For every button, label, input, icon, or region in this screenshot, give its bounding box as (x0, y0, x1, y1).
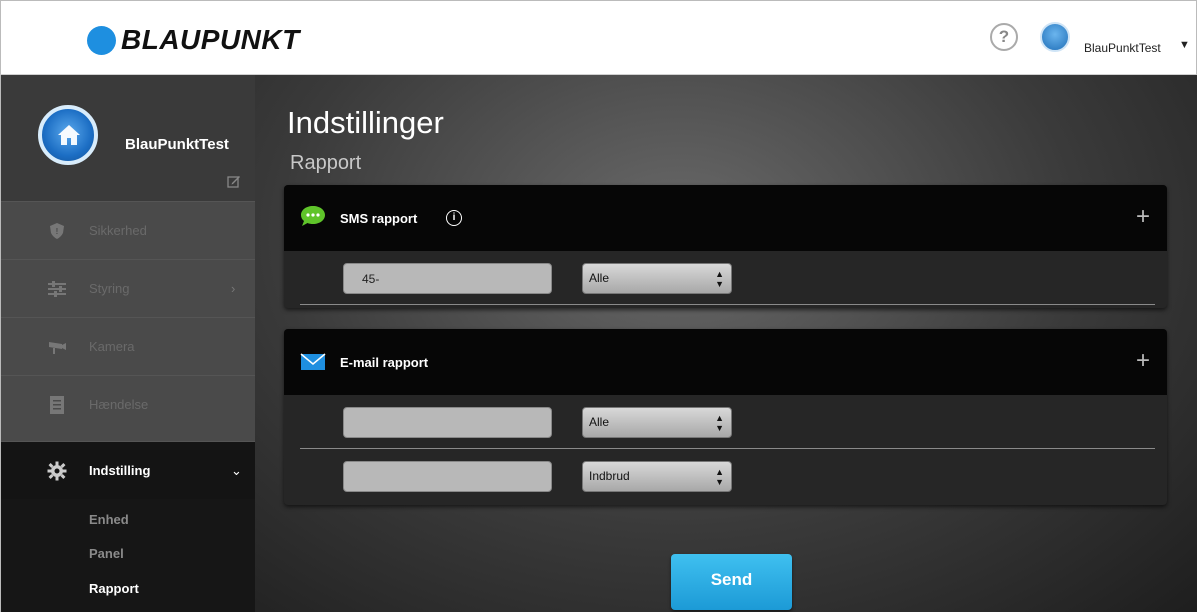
chat-bubble-icon (301, 206, 325, 226)
select-value: Alle (589, 415, 610, 429)
sms-phone-input[interactable] (343, 263, 552, 294)
email-report-panel: E-mail rapport + Alle ▲ ▼ Indbrud ▲ ▼ (284, 329, 1167, 505)
profile-card: BlauPunktTest (1, 75, 256, 201)
email-panel-title: E-mail rapport (340, 355, 429, 370)
sms-recipient-row: Alle ▲▼ (284, 251, 1167, 305)
edit-icon[interactable] (227, 174, 241, 188)
help-icon[interactable]: ? (990, 23, 1018, 51)
sidebar-item-indstilling[interactable]: Indstilling ⌄ (1, 441, 256, 499)
sidebar-item-kamera[interactable]: Kamera (1, 317, 256, 375)
sidebar-item-label: Kamera (89, 339, 135, 354)
sidebar-item-styring[interactable]: Styring › (1, 259, 256, 317)
user-avatar-small[interactable] (1040, 22, 1070, 52)
user-menu-name[interactable]: BlauPunktTest (1084, 41, 1161, 55)
sms-event-select[interactable]: Alle ▲ ▼ (582, 263, 732, 294)
email-address-input[interactable] (343, 461, 552, 492)
sidebar: BlauPunktTest ! Sikkerhed Styring › Kame… (0, 75, 256, 612)
house-icon (58, 125, 80, 145)
shield-icon: ! (50, 222, 64, 239)
select-value: Alle (589, 271, 610, 285)
gear-icon (47, 461, 67, 480)
info-icon[interactable]: i (446, 210, 462, 226)
sidebar-item-sikkerhed[interactable]: ! Sikkerhed (1, 201, 256, 259)
profile-name: BlauPunktTest (125, 136, 229, 153)
email-address-input[interactable] (343, 407, 552, 438)
sidebar-item-label: Sikkerhed (89, 223, 147, 238)
add-email-recipient-button[interactable]: + (1136, 347, 1150, 375)
brand-logo-dot (87, 25, 116, 55)
sliders-icon (48, 280, 66, 297)
brand-name: BLAUPUNKT (121, 24, 300, 55)
sidebar-item-label: Indstilling (89, 463, 151, 478)
sms-report-panel: SMS rapport i + Alle ▲▼ (284, 185, 1167, 308)
email-panel-header: E-mail rapport + (284, 329, 1167, 395)
top-header: BLAUPUNKT ? BlauPunktTest ▼ (0, 0, 1197, 75)
page-title: Indstillinger (287, 105, 444, 140)
select-value: Indbrud (589, 469, 630, 483)
row-divider (300, 304, 1155, 305)
add-sms-recipient-button[interactable]: + (1136, 203, 1150, 231)
list-icon (50, 395, 64, 414)
profile-avatar (38, 105, 98, 165)
envelope-icon (300, 353, 326, 370)
sidebar-item-label: Styring (89, 281, 130, 296)
page-subtitle: Rapport (290, 152, 362, 174)
submenu-item-panel[interactable]: Panel (89, 546, 124, 561)
brand-logo[interactable]: BLAUPUNKT (87, 24, 300, 56)
camera-icon (49, 341, 66, 354)
main-content: Indstillinger Rapport SMS rapport i + Al… (255, 75, 1197, 612)
select-arrows-icon: ▲ ▼ (715, 269, 724, 289)
settings-submenu: Enhed Panel Rapport (1, 499, 256, 612)
svg-text:!: ! (56, 227, 59, 236)
sms-panel-header: SMS rapport i + (284, 185, 1167, 251)
sms-panel-title: SMS rapport (340, 211, 418, 226)
select-arrows-icon: ▲ ▼ (715, 467, 724, 487)
chevron-right-icon: › (231, 281, 236, 296)
sidebar-item-haendelse[interactable]: Hændelse (1, 375, 256, 433)
email-recipient-row: Alle ▲ ▼ (284, 395, 1167, 449)
send-button[interactable]: Send (671, 554, 792, 610)
submenu-item-rapport[interactable]: Rapport (89, 581, 139, 596)
email-event-select[interactable]: Alle ▲ ▼ (582, 407, 732, 438)
email-event-select[interactable]: Indbrud ▲ ▼ (582, 461, 732, 492)
submenu-item-enhed[interactable]: Enhed (89, 512, 129, 527)
chevron-down-icon: ⌄ (231, 462, 242, 478)
email-recipient-row: Indbrud ▲ ▼ (284, 449, 1167, 503)
sidebar-item-label: Hændelse (89, 397, 149, 412)
chevron-down-icon[interactable]: ▼ (1179, 39, 1190, 51)
select-arrows-icon: ▲ ▼ (715, 413, 724, 433)
